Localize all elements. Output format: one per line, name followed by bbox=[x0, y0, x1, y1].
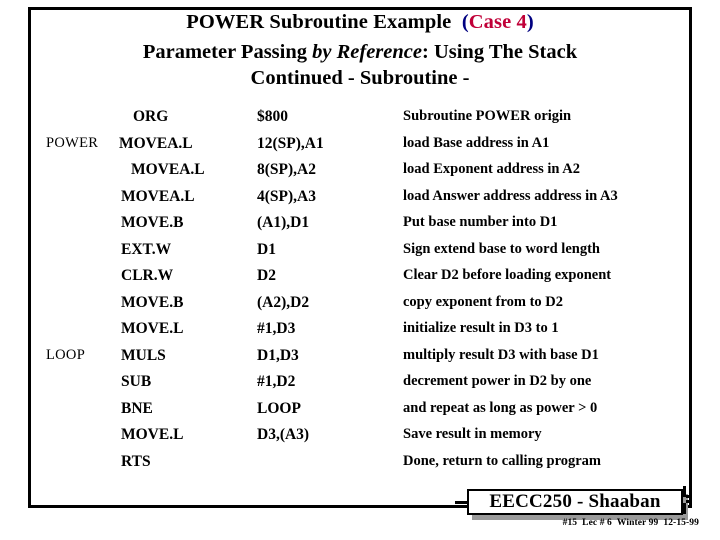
badge-bracket-upper-arm bbox=[686, 495, 692, 498]
slide-title-line-3: Continued - Subroutine - bbox=[250, 67, 470, 89]
code-mnemonic-cell: MOVEA.L bbox=[119, 134, 193, 152]
code-operand-cell: (A1),D1 bbox=[257, 214, 310, 231]
code-comment-cell: Put base number into D1 bbox=[403, 214, 558, 230]
footer-metadata: #15 Lec # 6 Winter 99 12-15-99 bbox=[455, 518, 699, 528]
code-operand-cell: D1 bbox=[257, 240, 276, 258]
code-operand-cell: #1,D3 bbox=[257, 320, 296, 337]
slide-title-line-1: POWER Subroutine Example (Case 4) bbox=[28, 12, 692, 33]
code-row: MOVE.B (A1),D1 Put base number into D1 bbox=[0, 214, 720, 241]
title-block: POWER Subroutine Example (Case 4) Parame… bbox=[28, 12, 692, 89]
code-mnemonic-cell: SUB bbox=[121, 373, 152, 390]
slide-title-main: POWER Subroutine Example bbox=[186, 11, 452, 33]
code-mnemonic-cell: EXT.W bbox=[121, 240, 172, 258]
code-mnemonic-cell: ORG bbox=[133, 108, 169, 125]
code-operand-cell: D3,(A3) bbox=[257, 426, 310, 443]
code-row: MOVE.L #1,D3 initialize result in D3 to 1 bbox=[0, 320, 720, 347]
code-mnemonic-cell: MOVE.B bbox=[121, 293, 184, 311]
case-label-group: (Case 4) bbox=[451, 11, 534, 33]
code-comment-cell: initialize result in D3 to 1 bbox=[403, 320, 559, 336]
code-mnemonic-cell: MOVE.L bbox=[121, 426, 184, 443]
term-label: Winter 99 bbox=[616, 518, 659, 528]
code-mnemonic-cell: MOVE.L bbox=[121, 320, 184, 337]
code-comment-cell: Clear D2 before loading exponent bbox=[403, 267, 612, 283]
code-mnemonic-cell: MOVEA.L bbox=[121, 187, 195, 205]
code-row: SUB #1,D2 decrement power in D2 by one bbox=[0, 373, 720, 400]
code-row: MOVEA.L 4(SP),A3 load Answer address addre… bbox=[0, 188, 720, 215]
date-label: 12-15-99 bbox=[663, 518, 699, 528]
code-label-cell: POWER bbox=[46, 134, 99, 151]
code-row: MOVE.B (A2),D2 copy exponent from to D2 bbox=[0, 294, 720, 321]
code-mnemonic-cell: MOVEA.L bbox=[131, 161, 205, 178]
code-row: MOVE.L D3,(A3) Save result in memory bbox=[0, 426, 720, 453]
badge-bracket-bottom bbox=[683, 503, 686, 514]
case-paren-close: ) bbox=[526, 11, 534, 33]
lecture-number: Lec # 6 bbox=[582, 518, 612, 528]
code-comment-cell: Done, return to calling program bbox=[403, 452, 602, 469]
code-operand-cell: 4(SP),A3 bbox=[257, 187, 316, 205]
code-operand-cell: D2 bbox=[257, 267, 276, 284]
code-operand-cell: LOOP bbox=[257, 399, 301, 417]
code-row: POWER MOVEA.L 12(SP),A1 load Base address i… bbox=[0, 135, 720, 162]
badge-bracket-lower-arm bbox=[686, 500, 692, 503]
code-operand-cell: 8(SP),A2 bbox=[257, 161, 316, 178]
subtitle-part-a: Parameter Passing bbox=[142, 40, 313, 63]
slide-number: #15 bbox=[562, 518, 578, 528]
code-comment-cell: and repeat as long as power > 0 bbox=[403, 399, 598, 416]
code-mnemonic-cell: CLR.W bbox=[121, 267, 174, 284]
assembly-code-listing: ORG $800 Subroutine POWER origin POWER MOVEA… bbox=[0, 108, 720, 479]
subtitle-part-b: : Using The Stack bbox=[422, 40, 578, 63]
code-comment-cell: load Answer address address in A3 bbox=[403, 187, 618, 204]
code-row: EXT.W D1 Sign extend base to word length bbox=[0, 241, 720, 268]
code-comment-cell: copy exponent from to D2 bbox=[403, 293, 564, 310]
subtitle-emphasis: by Reference bbox=[312, 40, 422, 63]
code-row: MOVEA.L 8(SP),A2 load Exponent address in … bbox=[0, 161, 720, 188]
code-mnemonic-cell: RTS bbox=[121, 452, 151, 470]
code-comment-cell: multiply result D3 with base D1 bbox=[403, 346, 599, 363]
code-mnemonic-cell: BNE bbox=[121, 399, 153, 417]
code-row: LOOP MULS D1,D3 multiply result D3 with bas… bbox=[0, 347, 720, 374]
code-comment-cell: Subroutine POWER origin bbox=[403, 108, 572, 124]
code-row: RTS Done, return to calling program bbox=[0, 453, 720, 480]
footer-badge: EECC250 - Shaaban #15 Lec # 6 Winter 99 12-… bbox=[455, 486, 720, 540]
case-paren-open: ( bbox=[461, 11, 469, 33]
case-label: Case 4 bbox=[468, 11, 527, 33]
code-operand-cell: #1,D2 bbox=[257, 373, 296, 390]
code-operand-cell: $800 bbox=[257, 108, 288, 125]
code-comment-cell: Save result in memory bbox=[403, 426, 542, 442]
badge-box: EECC250 - Shaaban bbox=[467, 489, 683, 515]
code-mnemonic-cell: MOVE.B bbox=[121, 214, 184, 231]
code-mnemonic-cell: MULS bbox=[121, 346, 166, 364]
code-comment-cell: Sign extend base to word length bbox=[403, 240, 600, 257]
code-row: CLR.W D2 Clear D2 before loading exponent bbox=[0, 267, 720, 294]
code-comment-cell: load Base address in A1 bbox=[403, 134, 550, 151]
code-comment-cell: decrement power in D2 by one bbox=[403, 373, 592, 389]
code-operand-cell: D1,D3 bbox=[257, 346, 299, 364]
code-operand-cell: 12(SP),A1 bbox=[257, 134, 324, 152]
code-comment-cell: load Exponent address in A2 bbox=[403, 161, 581, 177]
code-row: ORG $800 Subroutine POWER origin bbox=[0, 108, 720, 135]
course-instructor-label: EECC250 - Shaaban bbox=[489, 491, 661, 512]
code-operand-cell: (A2),D2 bbox=[257, 293, 310, 311]
code-row: BNE LOOP and repeat as long as power > 0 bbox=[0, 400, 720, 427]
code-label-cell: LOOP bbox=[46, 346, 86, 363]
slide-title-line-2: Parameter Passing by Reference: Using Th… bbox=[28, 40, 692, 63]
